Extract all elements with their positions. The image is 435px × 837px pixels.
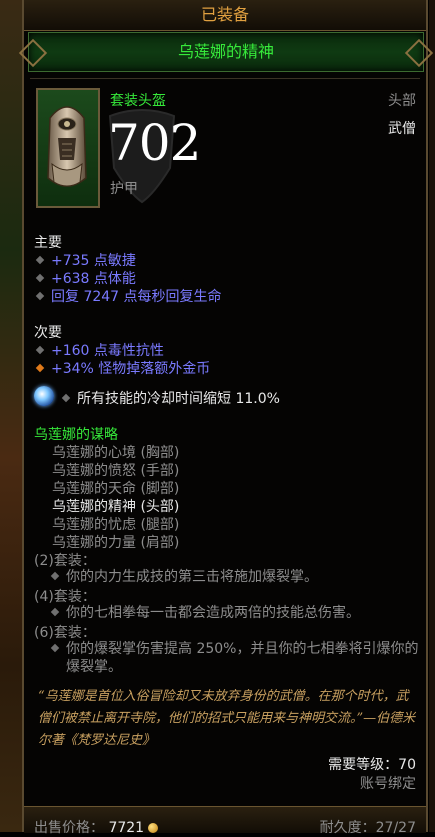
bullet-icon	[35, 291, 45, 301]
item-icon-frame	[36, 88, 100, 208]
bullet-icon	[50, 571, 60, 581]
set-bonus-header: (6)套装：	[34, 625, 96, 641]
set-bonus-header: (2)套装：	[34, 553, 96, 569]
required-level: 需要等级：70	[328, 757, 416, 773]
primary-stat: +735 点敏捷	[34, 250, 136, 270]
socket-bonus: 所有技能的冷却时间缩短 11.0%	[60, 388, 280, 408]
secondary-stat: +160 点毒性抗性	[34, 340, 164, 360]
item-slot: 头部	[388, 93, 416, 109]
secondary-stat: +34% 怪物掉落额外金币	[34, 358, 210, 378]
primary-stat: 回复 7247 点每秒回复生命	[34, 286, 222, 306]
set-title: 乌莲娜的谋略	[34, 427, 118, 443]
bullet-icon	[61, 393, 71, 403]
bullet-icon	[35, 255, 45, 265]
set-piece: 乌莲娜的力量 (肩部)	[52, 535, 180, 551]
diamond-gem-icon	[34, 386, 54, 406]
item-class: 武僧	[388, 121, 416, 137]
bullet-icon	[50, 643, 60, 653]
orange-bullet-icon	[35, 363, 45, 373]
sell-value: 7721	[108, 820, 145, 836]
background-right-edge	[429, 0, 435, 832]
bullet-icon	[35, 345, 45, 355]
set-bonus-text: 你的内力生成技的第三击将施加爆裂掌。	[50, 568, 412, 586]
sell-price: 出售价格： 7721	[34, 817, 159, 837]
equipped-header: 已装备	[24, 0, 426, 31]
item-tooltip: 已装备 乌莲娜的精神 套装头盔 702 护甲 头部 武僧 主要 +735 点敏捷…	[22, 0, 428, 836]
set-piece: 乌莲娜的天命 (脚部)	[52, 481, 180, 497]
helm-icon	[47, 106, 87, 187]
primary-stat: +638 点体能	[34, 268, 136, 288]
background-left-art	[0, 0, 22, 832]
set-bonus-text: 你的爆裂掌伤害提高 250%，并且你的七相拳将引爆你的爆裂掌。	[50, 640, 426, 676]
set-piece: 乌莲娜的忧虑 (腿部)	[52, 517, 180, 533]
armor-value: 702	[108, 114, 201, 172]
primary-title: 主要	[34, 235, 62, 251]
durability: 耐久度：27/27	[319, 820, 416, 836]
set-piece-active: 乌莲娜的精神 (头部)	[52, 499, 180, 515]
item-set-type: 套装头盔	[110, 93, 166, 109]
divider	[30, 78, 420, 79]
secondary-title: 次要	[34, 325, 62, 341]
set-piece: 乌莲娜的心境 (胸部)	[52, 445, 180, 461]
set-piece: 乌莲娜的愤怒 (手部)	[52, 463, 180, 479]
armor-label: 护甲	[110, 181, 138, 197]
set-bonus-text: 你的七相拳每一击都会造成两倍的技能总伤害。	[50, 604, 412, 622]
account-bound: 账号绑定	[360, 776, 416, 792]
bullet-icon	[35, 273, 45, 283]
bullet-icon	[50, 607, 60, 617]
set-bonus-header: (4)套装：	[34, 589, 96, 605]
flavor-text: “乌莲娜是首位入俗冒险却又未放弃身份的武僧。在那个时代，武僧们被禁止离开寺院，他…	[38, 689, 416, 748]
tooltip-footer: 出售价格： 7721 耐久度：27/27	[24, 806, 426, 836]
item-name-banner: 乌莲娜的精神	[28, 32, 424, 72]
